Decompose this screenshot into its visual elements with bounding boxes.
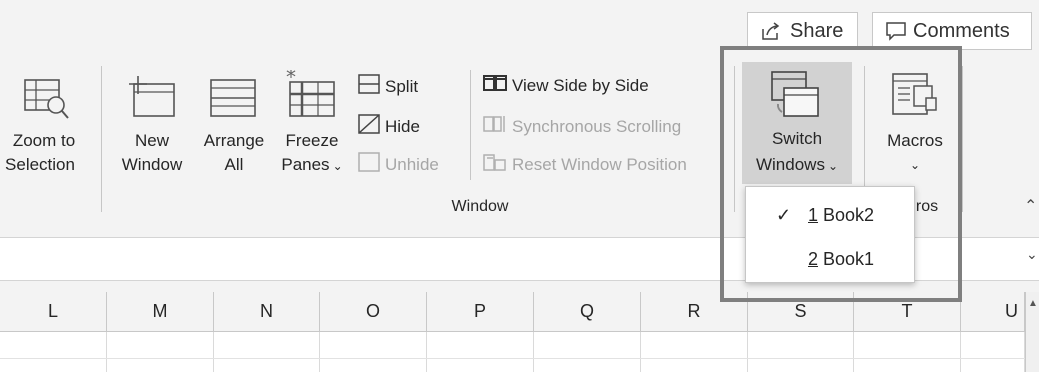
split-label: Split bbox=[385, 76, 419, 96]
hide-icon bbox=[358, 114, 380, 139]
new-window-label-1: New bbox=[134, 131, 169, 150]
freeze-panes-label-2: Panes ⌄ bbox=[281, 155, 343, 174]
unhide-label: Unhide bbox=[385, 154, 439, 174]
grid-cell[interactable] bbox=[107, 332, 214, 372]
comments-button[interactable]: Comments bbox=[872, 12, 1032, 50]
reset-position-icon bbox=[483, 152, 507, 177]
column-header[interactable]: P bbox=[427, 292, 534, 332]
view-side-by-side-button[interactable]: View Side by Side bbox=[483, 74, 649, 97]
zoom-selection-icon bbox=[24, 78, 70, 127]
hide-label: Hide bbox=[385, 116, 420, 136]
synchronous-scrolling-button[interactable]: Synchronous Scrolling bbox=[483, 114, 681, 139]
side-by-side-icon bbox=[483, 74, 507, 97]
highlight-annotation-box bbox=[720, 46, 962, 302]
column-header[interactable]: O bbox=[320, 292, 427, 332]
new-window-label-2: Window bbox=[121, 155, 183, 174]
freeze-panes-button[interactable]: * Freeze Panes ⌄ bbox=[274, 65, 350, 190]
grid-cell[interactable] bbox=[854, 332, 961, 372]
grid-cell[interactable] bbox=[214, 332, 320, 372]
column-header-label: P bbox=[473, 301, 486, 321]
grid-cell[interactable] bbox=[961, 332, 1025, 372]
arrange-all-label-2: All bbox=[224, 155, 244, 174]
column-header-label: Q bbox=[579, 301, 594, 321]
column-header[interactable]: N bbox=[214, 292, 320, 332]
grid-cell[interactable] bbox=[427, 332, 534, 372]
chevron-down-icon: ⌄ bbox=[332, 159, 343, 173]
grid-cell[interactable] bbox=[748, 332, 854, 372]
grid-cell[interactable] bbox=[534, 332, 641, 372]
share-button[interactable]: Share bbox=[747, 12, 858, 50]
grid-cell[interactable] bbox=[0, 332, 107, 372]
share-label: Share bbox=[790, 19, 844, 42]
zoom-to-selection-label-2: Selection bbox=[5, 155, 75, 174]
column-header[interactable]: Q bbox=[534, 292, 641, 332]
arrange-all-button[interactable]: Arrange All bbox=[196, 70, 272, 190]
split-icon bbox=[358, 74, 380, 99]
comments-label: Comments bbox=[913, 19, 1010, 42]
new-window-button[interactable]: New Window bbox=[112, 70, 192, 190]
sync-scrolling-icon bbox=[483, 114, 507, 139]
hide-button[interactable]: Hide bbox=[358, 114, 420, 139]
comment-icon bbox=[885, 20, 907, 42]
group-separator bbox=[962, 66, 963, 212]
freeze-panes-label-1: Freeze bbox=[285, 131, 339, 150]
window-group-label: Window bbox=[451, 198, 509, 215]
grid-cell[interactable] bbox=[641, 332, 748, 372]
group-separator bbox=[101, 66, 102, 212]
unhide-button[interactable]: Unhide bbox=[358, 152, 439, 177]
view-side-by-side-label: View Side by Side bbox=[512, 75, 649, 95]
column-header-label: L bbox=[47, 301, 58, 321]
split-button[interactable]: Split bbox=[358, 74, 418, 99]
new-window-icon bbox=[128, 74, 178, 125]
column-header-label: U bbox=[1005, 301, 1018, 321]
column-header-label: M bbox=[152, 301, 168, 321]
share-icon bbox=[760, 20, 784, 42]
zoom-to-selection-label-1: Zoom to bbox=[12, 131, 76, 150]
collapse-ribbon-icon[interactable]: ⌃ bbox=[1024, 196, 1037, 216]
column-header-label: O bbox=[365, 301, 380, 321]
arrange-all-icon bbox=[208, 74, 258, 125]
reset-window-position-button[interactable]: Reset Window Position bbox=[483, 152, 687, 177]
arrange-all-label-1: Arrange bbox=[203, 131, 265, 150]
column-header-label: S bbox=[794, 301, 807, 321]
small-separator bbox=[470, 70, 471, 180]
column-header-label: T bbox=[901, 301, 913, 321]
grid-cell[interactable] bbox=[320, 332, 427, 372]
column-header[interactable]: U bbox=[961, 292, 1025, 332]
unhide-icon bbox=[358, 152, 380, 177]
freeze-panes-icon: * bbox=[284, 65, 336, 125]
column-header-label: R bbox=[687, 301, 701, 321]
scroll-up-icon: ▲ bbox=[1028, 298, 1038, 309]
reset-window-position-label: Reset Window Position bbox=[512, 154, 687, 174]
grid-row-line bbox=[0, 358, 1025, 359]
expand-formula-bar-icon[interactable]: ⌄ bbox=[1026, 246, 1038, 263]
svg-text:*: * bbox=[286, 70, 296, 89]
column-header-label: N bbox=[260, 301, 273, 321]
column-header[interactable]: L bbox=[0, 292, 107, 332]
column-header[interactable]: M bbox=[107, 292, 214, 332]
zoom-to-selection-button[interactable]: Zoom to Selection bbox=[0, 70, 96, 190]
scrollbar-up-arrow[interactable]: ▲ bbox=[1025, 292, 1039, 372]
synchronous-scrolling-label: Synchronous Scrolling bbox=[512, 116, 682, 136]
